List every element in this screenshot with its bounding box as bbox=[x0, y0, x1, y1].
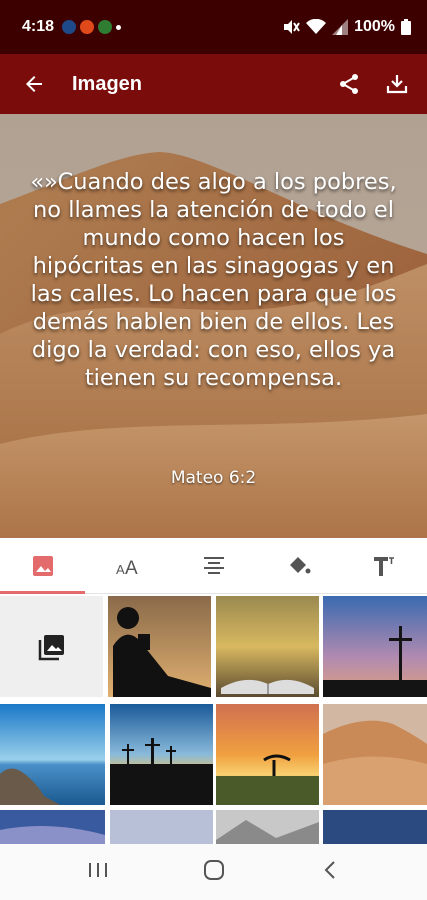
landscape-image bbox=[0, 810, 105, 844]
savanna-sunset-image bbox=[216, 704, 319, 805]
background-thumbnail[interactable] bbox=[216, 810, 319, 844]
font-size-icon: AA bbox=[116, 558, 138, 576]
notification-icons bbox=[62, 20, 122, 34]
pick-from-gallery-button[interactable] bbox=[0, 596, 103, 697]
background-thumbnail[interactable] bbox=[216, 704, 319, 805]
system-back-button[interactable] bbox=[320, 859, 340, 886]
text-format-icon bbox=[374, 556, 395, 576]
tab-font-size[interactable]: AA bbox=[85, 538, 170, 593]
background-thumbnail[interactable] bbox=[0, 810, 105, 844]
download-notification-icon bbox=[98, 20, 113, 34]
signal-icon bbox=[332, 19, 349, 35]
recent-apps-button[interactable] bbox=[87, 860, 109, 885]
app-bar: Imagen bbox=[0, 54, 427, 114]
back-button[interactable] bbox=[10, 60, 58, 108]
wifi-icon bbox=[306, 19, 327, 34]
mute-icon bbox=[284, 20, 300, 34]
editor-tabs: AA bbox=[0, 538, 427, 594]
battery-percent: 100% bbox=[354, 18, 395, 35]
download-button[interactable] bbox=[373, 60, 421, 108]
status-time: 4:18 bbox=[22, 18, 55, 35]
back-arrow-icon bbox=[26, 76, 42, 92]
share-icon bbox=[340, 74, 358, 94]
page-title: Imagen bbox=[72, 72, 143, 95]
background-thumbnail[interactable] bbox=[216, 596, 319, 697]
align-center-icon bbox=[203, 556, 224, 574]
background-thumbnail[interactable] bbox=[323, 810, 427, 844]
home-button[interactable] bbox=[202, 858, 226, 887]
quote-text: «»Cuando des algo a los pobres, no llame… bbox=[30, 169, 397, 391]
sea-rocks-image bbox=[0, 704, 105, 805]
svg-text:A: A bbox=[125, 558, 138, 576]
share-button[interactable] bbox=[325, 60, 373, 108]
tab-text-style[interactable] bbox=[342, 538, 427, 593]
tab-background[interactable] bbox=[0, 538, 86, 594]
mountains-image bbox=[216, 810, 319, 844]
background-thumbnail[interactable] bbox=[110, 810, 213, 844]
home-icon bbox=[204, 859, 225, 880]
status-bar: 4:18 100% bbox=[0, 0, 427, 54]
pdf-notification-icon bbox=[80, 20, 95, 34]
image-icon bbox=[32, 555, 53, 576]
tab-color[interactable] bbox=[256, 538, 341, 593]
quote-reference: Mateo 6:2 bbox=[170, 468, 257, 488]
download-icon bbox=[386, 75, 408, 94]
more-notifications-dot bbox=[116, 24, 122, 30]
cross-sunset-image bbox=[323, 596, 427, 697]
background-thumbnail[interactable] bbox=[323, 596, 427, 697]
background-thumbnail[interactable] bbox=[108, 596, 211, 697]
background-thumbnail[interactable] bbox=[323, 704, 427, 805]
chevron-left-icon bbox=[324, 860, 335, 879]
three-crosses-image bbox=[110, 704, 213, 805]
background-thumbnail[interactable] bbox=[0, 704, 105, 805]
reading-silhouette-image bbox=[108, 596, 211, 697]
tab-align[interactable] bbox=[171, 538, 256, 593]
gallery-icon bbox=[38, 634, 64, 660]
paint-bucket-icon bbox=[289, 556, 311, 573]
dusk-image bbox=[323, 810, 427, 844]
sky-image bbox=[110, 810, 213, 844]
recent-apps-icon bbox=[88, 862, 107, 877]
background-grid bbox=[0, 596, 427, 844]
app-notification-icon bbox=[62, 20, 77, 34]
battery-icon bbox=[401, 19, 411, 35]
image-preview[interactable]: «»Cuando des algo a los pobres, no llame… bbox=[0, 114, 427, 538]
desert-dunes-image bbox=[323, 704, 427, 805]
svg-text:A: A bbox=[116, 562, 125, 576]
system-nav-bar bbox=[0, 844, 427, 900]
open-book-image bbox=[216, 596, 319, 697]
background-thumbnail[interactable] bbox=[110, 704, 213, 805]
